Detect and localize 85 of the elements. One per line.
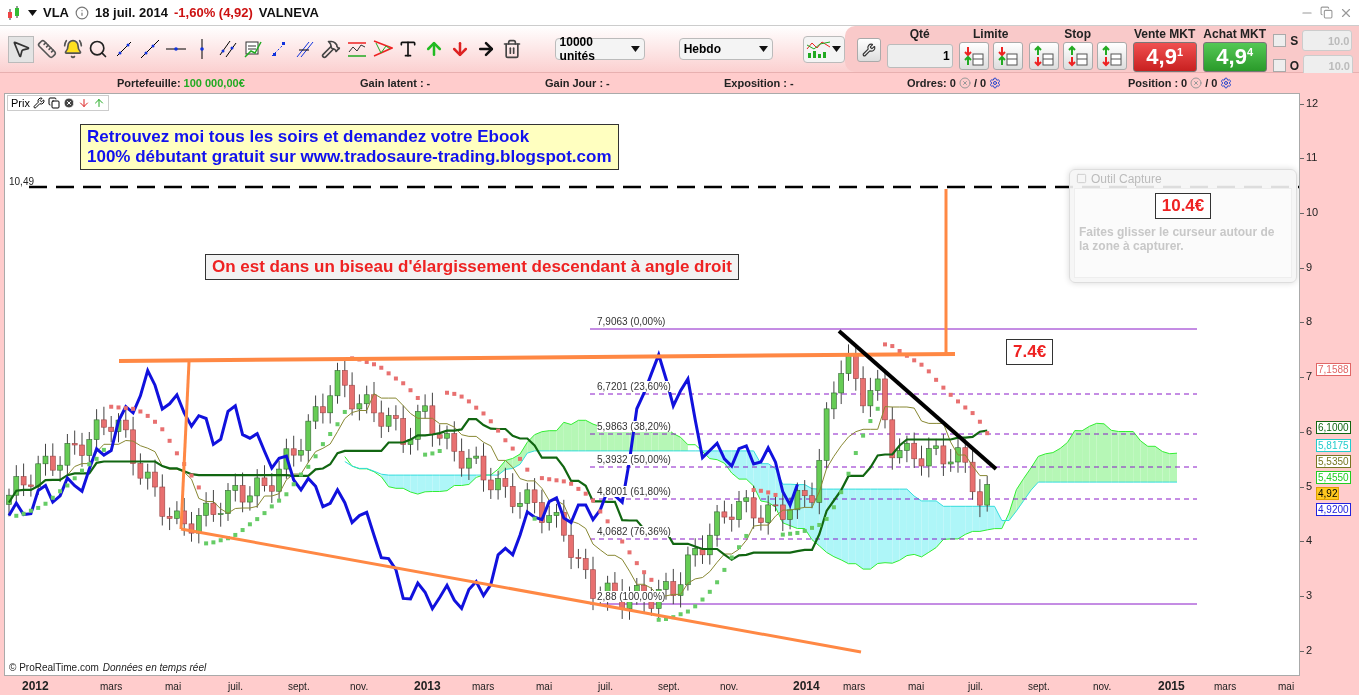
account-label: Position : (1128, 76, 1179, 89)
account-value: / 0 (973, 76, 987, 89)
axis-label: mars (100, 680, 123, 692)
buy-label: Achat MKT (1203, 27, 1266, 42)
axis-label: mai (165, 680, 182, 692)
account-label: Gain Jour : (545, 76, 604, 89)
price-badge: 4,92 (1316, 486, 1340, 500)
price-change: -1,60% (4,92) (174, 5, 253, 21)
price-badge: 5,5350 (1316, 454, 1351, 468)
axis-label: mai (536, 680, 553, 692)
axis-label: juil. (968, 680, 983, 692)
axis-label: mai (1278, 680, 1295, 692)
axis-label: sept. (1028, 680, 1050, 692)
fibonacci-label: 2,88 (100,00%) (597, 590, 666, 602)
axis-label: 10 (1306, 206, 1319, 218)
symbol-label: VLA (43, 5, 69, 21)
text-note: Retrouvez moi tous les soirs et demandez votre Ebook 100% débutant gratuit sur www.tradosaure-trading.blogspot.com (80, 123, 619, 170)
instrument-name: VALNEVA (258, 5, 319, 21)
price-badge: 5,8175 (1316, 438, 1351, 452)
quantity-select[interactable]: 10000 unités (554, 38, 645, 61)
fibonacci-label: 6,7201 (23,60%) (597, 380, 671, 392)
date-label: 18 juil. 2014 (95, 5, 168, 21)
sell-label: Vente MKT (1134, 27, 1196, 42)
option-label: O (1289, 58, 1299, 73)
buy-button[interactable]: 4,9$^{4}$ (1202, 42, 1267, 73)
account-value: - (789, 76, 794, 89)
account-label: Portefeuille: (117, 76, 181, 89)
panel-title: Prix (11, 96, 30, 109)
price-note: 10.4€ (1154, 192, 1212, 219)
axis-label: mars (1214, 680, 1237, 692)
price-badge: 4,9200 (1316, 502, 1351, 516)
axis-label: mai (908, 680, 925, 692)
account-value: - (606, 76, 610, 89)
source-label: © ProRealTime.com (9, 661, 99, 673)
price-badge: 6,1000 (1316, 420, 1351, 434)
axis-label: mars (472, 680, 495, 692)
axis-label: 4 (1306, 534, 1313, 547)
axis-label: sept. (288, 680, 310, 692)
account-label: Gain latent : (360, 76, 424, 89)
stop-label: Stop (1064, 27, 1091, 42)
axis-label: 12 (1306, 96, 1319, 109)
axis-label: 5 (1306, 479, 1313, 492)
feed-label: Données en temps réel (102, 661, 207, 673)
account-value: 100 000,00€ (183, 76, 245, 89)
fibonacci-label: 5,3932 (50,00%) (597, 453, 671, 465)
text-note: On est dans un biseau d'élargissement descendant à angle droit (205, 253, 739, 280)
axis-label: 2012 (22, 678, 49, 693)
account-value: - (426, 76, 431, 89)
fibonacci-label: 5,9863 (38,20%) (597, 420, 671, 432)
axis-label: 2 (1306, 643, 1313, 656)
price-badge: 7,1588 (1316, 362, 1351, 376)
axis-label: 7 (1306, 370, 1313, 383)
axis-label: 9 (1306, 260, 1313, 273)
sell-button[interactable]: 4,9$^{1}$ (1132, 42, 1197, 73)
axis-label: mars (843, 680, 866, 692)
fibonacci-label: 4,0682 (76,36%) (597, 525, 671, 537)
axis-label: sept. (658, 680, 680, 692)
price-badge: 5,4550 (1316, 470, 1351, 484)
axis-label: nov. (720, 680, 739, 692)
period-select[interactable]: Hebdo (678, 38, 773, 61)
axis-label: 2015 (1158, 678, 1185, 693)
account-value: / 0 (1205, 76, 1218, 89)
account-value: 0 (949, 76, 956, 89)
quantity-field[interactable]: 1 (886, 44, 953, 69)
axis-label: nov. (1093, 680, 1112, 692)
limit-label: Limite (973, 27, 1009, 42)
axis-label: juil. (228, 680, 243, 692)
account-label: Ordres: (907, 76, 947, 89)
axis-label: nov. (350, 680, 369, 692)
account-label: Exposition : (724, 76, 787, 89)
fibonacci-label: 7,9063 (0,00%) (597, 315, 666, 327)
window-title: Outil Capture (1091, 171, 1162, 186)
price-note: 7.4€ (1006, 338, 1054, 365)
axis-label: 2013 (414, 678, 441, 693)
axis-label: 11 (1306, 151, 1318, 164)
account-value: 0 (1181, 76, 1188, 89)
axis-label: 3 (1306, 588, 1313, 601)
quantity-label: Qté (909, 27, 930, 42)
axis-label: juil. (598, 680, 613, 692)
axis-label: 8 (1306, 315, 1313, 328)
level-label: 10,49 (9, 175, 35, 187)
axis-label: 6 (1306, 424, 1313, 437)
axis-label: 2014 (793, 678, 820, 693)
fibonacci-label: 4,8001 (61,80%) (597, 485, 671, 497)
option-label: S (1290, 33, 1299, 48)
